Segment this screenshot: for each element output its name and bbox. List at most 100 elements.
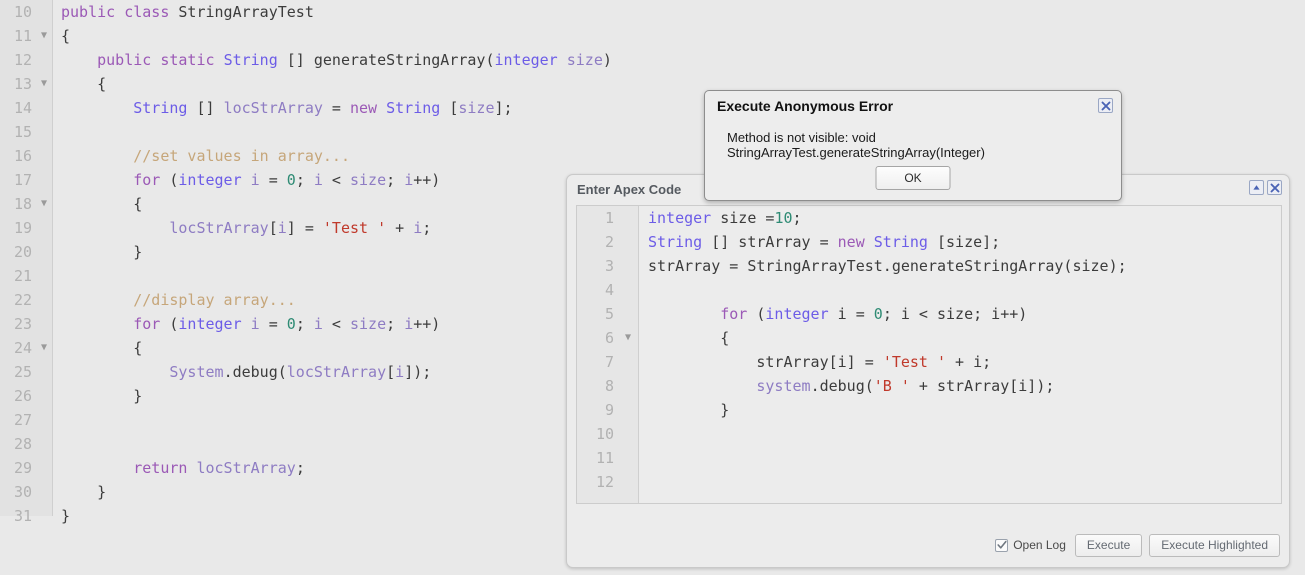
code-line[interactable]: for (integer i = 0; i < size; i++) <box>648 302 1282 326</box>
code-token: i <box>250 315 260 333</box>
code-line[interactable] <box>648 446 1282 470</box>
line-number: 1 <box>604 209 614 227</box>
close-x-icon[interactable] <box>1098 98 1113 113</box>
line-number: 22 <box>13 291 32 309</box>
apex-code-editor[interactable]: 1 2 3 4 5 6 ▼ 7 8 9 10 11 12 integer size =10; String… <box>576 205 1282 504</box>
code-token: ; <box>295 459 305 477</box>
line-number: 21 <box>13 267 32 285</box>
code-line[interactable]: public class StringArrayTest <box>53 0 1305 24</box>
code-token: i <box>277 219 287 237</box>
code-line[interactable]: integer size =10; <box>648 206 1282 230</box>
line-number: 25 <box>13 363 32 381</box>
code-token: size <box>350 315 387 333</box>
code-token: System <box>169 363 224 381</box>
apex-editor-code[interactable]: integer size =10; String [] strArray = ne… <box>640 206 1282 503</box>
code-line[interactable] <box>648 422 1282 446</box>
code-line[interactable]: String [] strArray = new String [size]; <box>648 230 1282 254</box>
code-line[interactable]: { <box>53 24 1305 48</box>
code-token: 'Test ' <box>322 219 387 237</box>
code-token: size <box>458 99 495 117</box>
execute-button[interactable]: Execute <box>1074 533 1143 557</box>
code-token: ; i < size; i++) <box>882 305 1028 323</box>
code-line[interactable]: system.debug('B ' + strArray[i]); <box>648 374 1282 398</box>
code-token: ]); <box>404 363 432 381</box>
code-token: String <box>386 99 441 117</box>
code-token: ] = <box>286 219 323 237</box>
code-token: 'Test ' <box>882 353 947 371</box>
screen-root: 10 11 ▼ 12 13 ▼ 14 15 16 17 18 ▼ 19 20 21 22 23 24 ▼ 25 26 27… <box>0 0 1305 575</box>
code-token: String <box>223 51 278 69</box>
code-token: system <box>756 377 811 395</box>
execute-highlighted-button[interactable]: Execute Highlighted <box>1149 533 1280 557</box>
fold-triangle-icon[interactable]: ▼ <box>625 326 631 350</box>
fold-triangle-icon[interactable]: ▼ <box>41 336 47 360</box>
triangle-up-icon[interactable] <box>1249 180 1264 195</box>
line-number: 2 <box>604 233 614 251</box>
line-number: 12 <box>13 51 32 69</box>
line-number: 24 ▼ <box>0 336 52 360</box>
fold-triangle-icon[interactable]: ▼ <box>41 192 47 216</box>
line-number: 19 <box>13 219 32 237</box>
ok-button[interactable]: OK <box>875 166 951 190</box>
close-x-icon[interactable] <box>1267 180 1282 195</box>
code-token: class <box>124 3 179 21</box>
fold-triangle-icon[interactable]: ▼ <box>41 24 47 48</box>
code-line[interactable]: strArray[i] = 'Test ' + i; <box>648 350 1282 374</box>
code-token: 0 <box>873 305 883 323</box>
line-number: 30 <box>13 483 32 501</box>
line-number: 13 ▼ <box>0 72 52 96</box>
checkbox-checked-icon[interactable] <box>995 538 1009 552</box>
line-number: 6 ▼ <box>577 326 638 350</box>
line-number: 12 <box>595 473 614 491</box>
code-line[interactable]: } <box>648 398 1282 422</box>
code-line[interactable]: { <box>648 326 1282 350</box>
open-log-label: Open Log <box>1013 538 1066 552</box>
code-token: = <box>259 171 287 189</box>
code-token: } <box>61 387 143 405</box>
open-log-checkbox[interactable]: Open Log <box>995 538 1066 552</box>
code-token: new <box>350 99 387 117</box>
code-line[interactable] <box>648 278 1282 302</box>
code-token: String <box>648 233 703 251</box>
code-token: + strArray[i]); <box>909 377 1055 395</box>
code-token: ; <box>295 315 314 333</box>
line-number: 29 <box>13 459 32 477</box>
code-token: locStrArray <box>286 363 387 381</box>
code-token: locStrArray <box>169 219 269 237</box>
dialog-message: Method is not visible: void StringArrayT… <box>727 130 985 160</box>
enter-apex-code-panel[interactable]: Enter Apex Code 1 2 3 4 5 6 ▼ 7 8 9 10 11 12 integer… <box>566 174 1290 568</box>
code-token: for <box>133 315 170 333</box>
code-token: ++) <box>413 315 441 333</box>
code-token: //set values in array... <box>133 147 350 165</box>
code-token: new <box>837 233 874 251</box>
line-number: 4 <box>604 281 614 299</box>
fold-triangle-icon[interactable]: ▼ <box>41 72 47 96</box>
code-token: i = <box>828 305 874 323</box>
code-token: { <box>61 27 71 45</box>
line-number: 7 <box>604 353 614 371</box>
line-number: 8 <box>604 377 614 395</box>
code-line[interactable]: strArray = StringArrayTest.generateStrin… <box>648 254 1282 278</box>
main-editor-gutter[interactable]: 10 11 ▼ 12 13 ▼ 14 15 16 17 18 ▼ 19 20 21 22 23 24 ▼ 25 26 27… <box>0 0 53 525</box>
code-line[interactable] <box>648 470 1282 494</box>
code-token: integer <box>648 209 712 227</box>
code-token: ; <box>386 315 405 333</box>
code-token: [ <box>386 363 396 381</box>
execute-anonymous-error-dialog[interactable]: Execute Anonymous Error Method is not vi… <box>704 90 1122 201</box>
code-token: { <box>61 75 107 93</box>
code-token: i <box>313 315 323 333</box>
apex-editor-gutter[interactable]: 1 2 3 4 5 6 ▼ 7 8 9 10 11 12 <box>577 206 639 503</box>
code-line[interactable]: public static String [] generateStringAr… <box>53 48 1305 72</box>
line-number: 10 <box>13 3 32 21</box>
code-token: [] generateStringArray( <box>277 51 495 69</box>
code-token: } <box>61 483 107 501</box>
line-number: 11 <box>595 449 614 467</box>
